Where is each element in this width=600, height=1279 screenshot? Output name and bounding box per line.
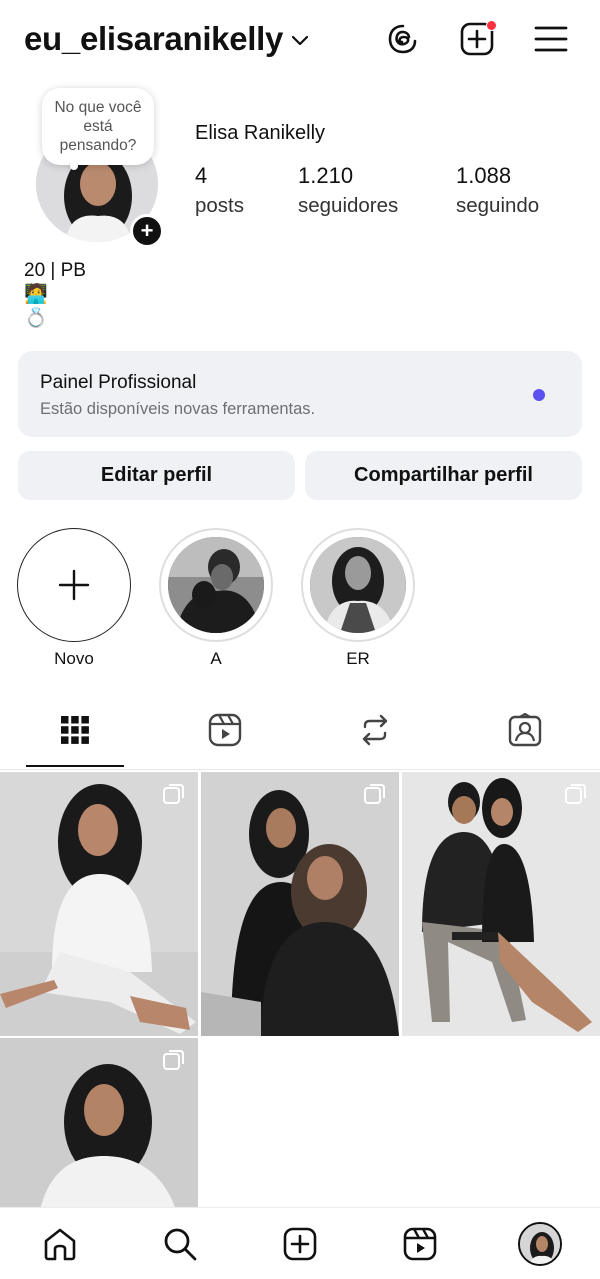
bottom-navigation-bar: [0, 1207, 600, 1279]
edit-profile-button[interactable]: Editar perfil: [18, 451, 295, 500]
note-bubble[interactable]: No que você está pensando?: [42, 88, 154, 165]
post-thumbnail[interactable]: [0, 772, 198, 1036]
highlight-ring: [301, 528, 415, 642]
highlight-new[interactable]: Novo: [17, 528, 131, 669]
note-bubble-tail: [70, 162, 78, 170]
grid-icon[interactable]: [57, 712, 93, 748]
following-stat[interactable]: 1.088 seguindo: [456, 162, 539, 220]
highlight-label: ER: [346, 649, 370, 668]
active-tab-indicator: [26, 765, 124, 767]
note-text: No que você está pensando?: [54, 99, 142, 154]
highlight-ring: [159, 528, 273, 642]
bio-emoji-technologist: 🧑‍💻: [24, 284, 48, 305]
multiple-photos-icon: [565, 784, 586, 804]
bio-emoji-ring: 💍: [24, 308, 48, 329]
menu-icon[interactable]: [532, 20, 570, 58]
home-icon[interactable]: [40, 1224, 80, 1264]
highlight-label: A: [210, 649, 222, 668]
multiple-photos-icon: [163, 1050, 184, 1070]
username-label: eu_elisaranikelly: [24, 20, 284, 57]
profile-content-tabs: [0, 700, 600, 770]
followers-stat[interactable]: 1.210 seguidores: [298, 162, 398, 220]
reels-icon[interactable]: [207, 712, 243, 748]
multiple-photos-icon: [163, 784, 184, 804]
followers-label: seguidores: [298, 194, 399, 217]
profile-avatar[interactable]: [516, 1220, 564, 1268]
professional-dashboard-card[interactable]: Painel Profissional Estão disponíveis no…: [18, 351, 582, 437]
highlight-cover-image: [168, 537, 264, 633]
share-profile-button[interactable]: Compartilhar perfil: [305, 451, 582, 500]
notification-dot: [486, 20, 497, 31]
reposts-icon[interactable]: [357, 712, 393, 748]
create-post-icon[interactable]: [458, 20, 497, 58]
posts-count: 4: [195, 163, 208, 188]
profile-bio: 20 | PB 🧑‍💻 💍: [24, 259, 86, 331]
add-story-plus-icon[interactable]: +: [130, 214, 164, 248]
bio-line: 20 | PB: [24, 260, 86, 281]
reels-icon[interactable]: [400, 1224, 440, 1264]
highlight-cover-image: [310, 537, 406, 633]
post-thumbnail[interactable]: [402, 772, 600, 1036]
profile-avatar-image: [518, 1222, 562, 1266]
username-switcher[interactable]: eu_elisaranikelly: [24, 20, 309, 58]
chevron-down-icon: [291, 35, 309, 46]
posts-label: posts: [195, 194, 244, 217]
tagged-icon[interactable]: [507, 712, 543, 748]
highlight-a[interactable]: A: [159, 528, 273, 669]
following-count: 1.088: [456, 163, 512, 188]
pro-panel-subtitle: Estão disponíveis novas ferramentas.: [40, 400, 316, 418]
search-icon[interactable]: [160, 1224, 200, 1264]
followers-count: 1.210: [298, 163, 354, 188]
pro-panel-title: Painel Profissional: [40, 372, 197, 393]
create-icon[interactable]: [280, 1224, 320, 1264]
threads-icon[interactable]: [384, 20, 422, 58]
post-thumbnail[interactable]: [201, 772, 399, 1036]
new-tools-indicator-dot: [533, 389, 545, 401]
highlight-label: Novo: [54, 649, 94, 668]
profile-full-name: Elisa Ranikelly: [195, 122, 326, 144]
highlight-er[interactable]: ER: [301, 528, 415, 669]
profile-header: eu_elisaranikelly: [0, 0, 600, 82]
post-thumbnail[interactable]: [0, 1038, 198, 1210]
plus-icon: [17, 528, 131, 642]
following-label: seguindo: [456, 194, 540, 217]
multiple-photos-icon: [364, 784, 385, 804]
posts-stat[interactable]: 4 posts: [195, 162, 244, 220]
